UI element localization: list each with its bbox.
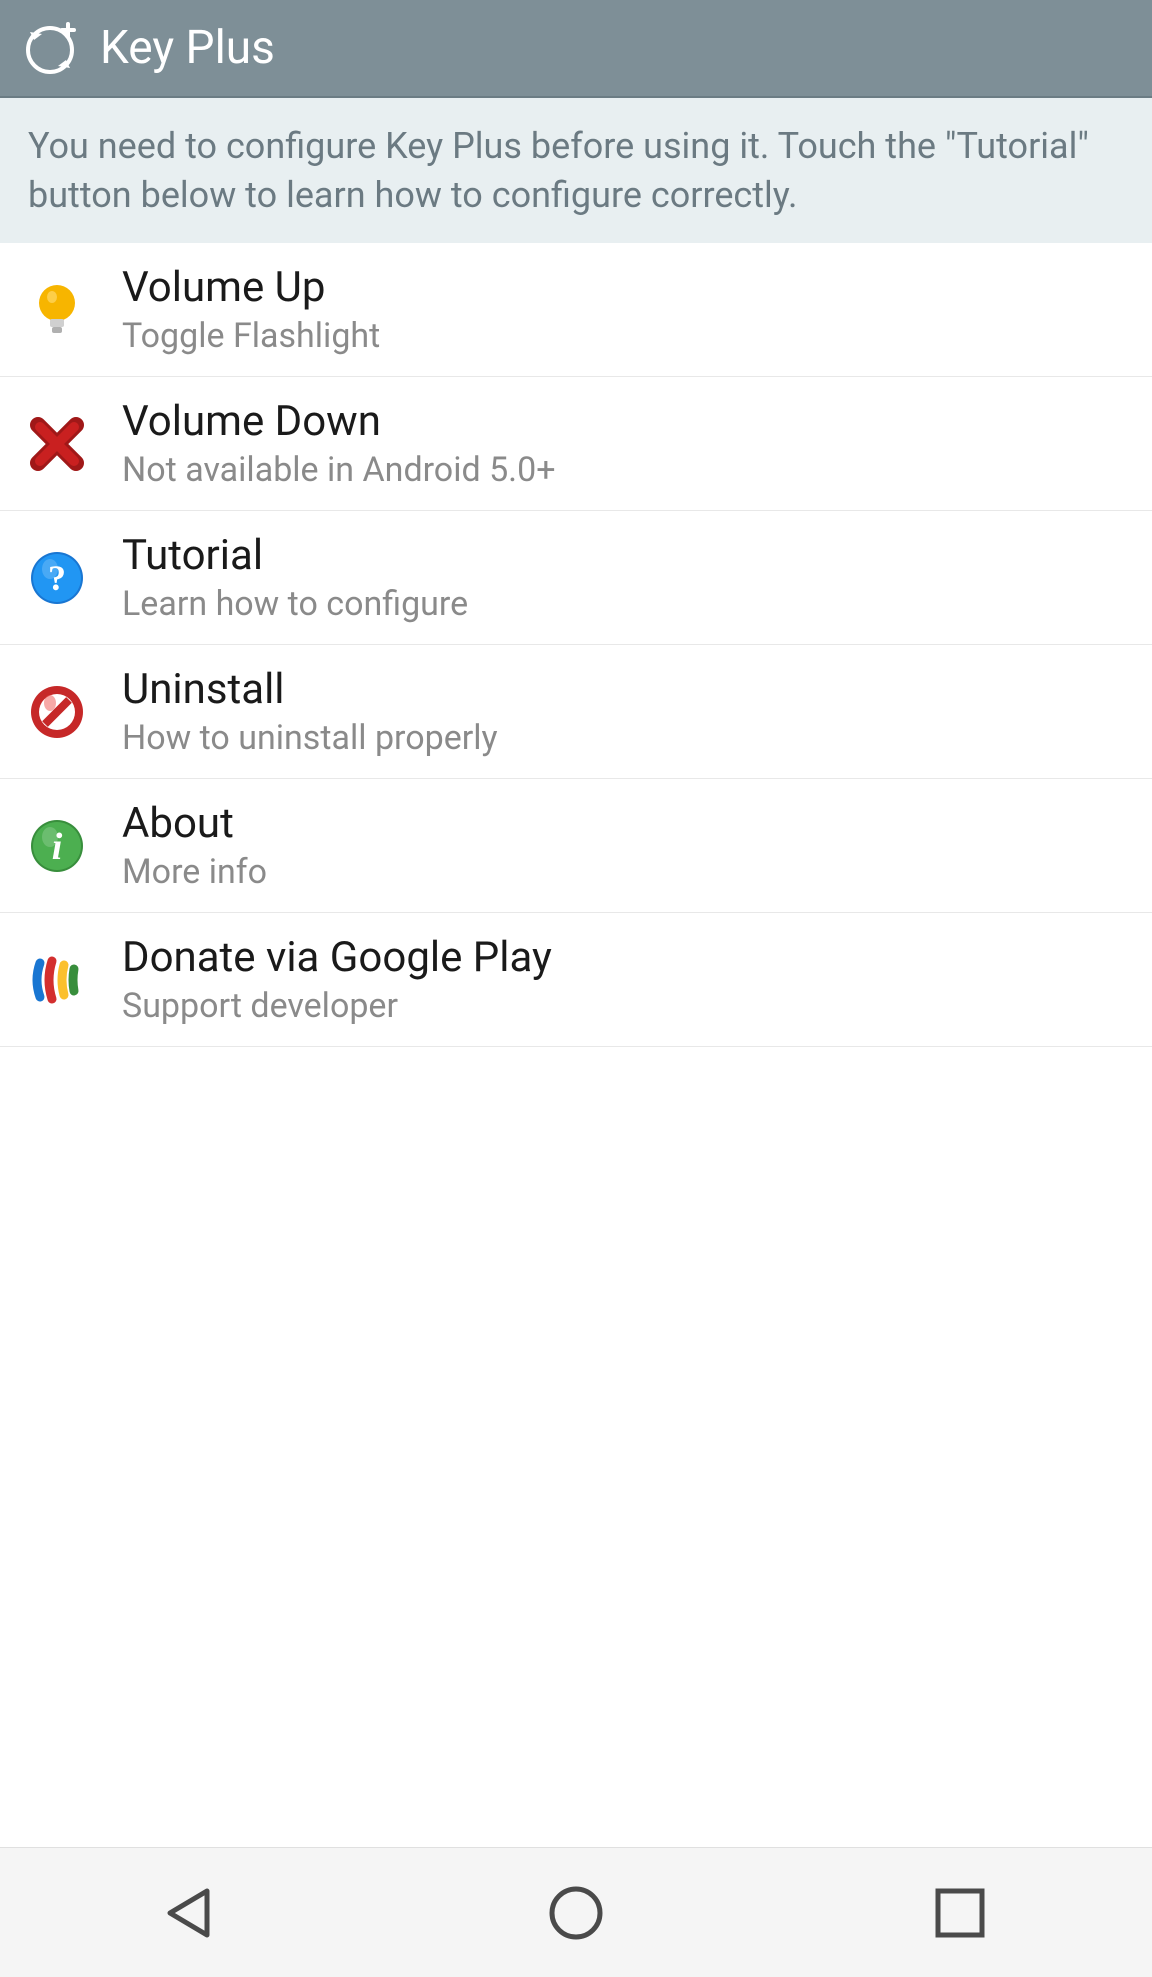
- home-button[interactable]: [536, 1873, 616, 1953]
- list-item-title: Donate via Google Play: [122, 933, 552, 982]
- svg-text:i: i: [52, 826, 63, 868]
- prohibit-red-icon: [28, 683, 86, 741]
- list-item-volume-down[interactable]: Volume Down Not available in Android 5.0…: [0, 377, 1152, 511]
- app-title: Key Plus: [100, 21, 275, 75]
- info-banner: You need to configure Key Plus before us…: [0, 98, 1152, 243]
- list-item-title: Tutorial: [122, 531, 468, 580]
- list-content: Donate via Google Play Support developer: [122, 933, 552, 1026]
- navigation-bar: [0, 1847, 1152, 1977]
- x-red-icon: [28, 415, 86, 473]
- wallet-icon: [28, 951, 86, 1009]
- list-item-subtitle: Not available in Android 5.0+: [122, 450, 556, 490]
- list-item-uninstall[interactable]: Uninstall How to uninstall properly: [0, 645, 1152, 779]
- lightbulb-icon: [28, 281, 86, 339]
- list-content: Tutorial Learn how to configure: [122, 531, 468, 624]
- circle-home-icon: [536, 1873, 616, 1953]
- list-item-volume-up[interactable]: Volume Up Toggle Flashlight: [0, 243, 1152, 377]
- list-item-about[interactable]: i About More info: [0, 779, 1152, 913]
- list-item-subtitle: Learn how to configure: [122, 584, 468, 624]
- svg-text:?: ?: [48, 558, 66, 598]
- list-item-subtitle: Toggle Flashlight: [122, 316, 380, 356]
- list-item-subtitle: Support developer: [122, 986, 552, 1026]
- list-item-subtitle: How to uninstall properly: [122, 718, 498, 758]
- sync-plus-icon: [24, 20, 80, 76]
- app-header: Key Plus: [0, 0, 1152, 98]
- list-item-subtitle: More info: [122, 852, 267, 892]
- back-button[interactable]: [152, 1873, 232, 1953]
- list-item-donate[interactable]: Donate via Google Play Support developer: [0, 913, 1152, 1047]
- list-content: About More info: [122, 799, 267, 892]
- list-item-title: About: [122, 799, 267, 848]
- triangle-back-icon: [152, 1873, 232, 1953]
- list-content: Volume Down Not available in Android 5.0…: [122, 397, 556, 490]
- settings-list: Volume Up Toggle Flashlight Volume Down …: [0, 243, 1152, 1847]
- list-item-title: Uninstall: [122, 665, 498, 714]
- list-content: Uninstall How to uninstall properly: [122, 665, 498, 758]
- list-item-title: Volume Up: [122, 263, 380, 312]
- info-green-icon: i: [28, 817, 86, 875]
- list-content: Volume Up Toggle Flashlight: [122, 263, 380, 356]
- help-blue-icon: ?: [28, 549, 86, 607]
- square-recents-icon: [920, 1873, 1000, 1953]
- recent-apps-button[interactable]: [920, 1873, 1000, 1953]
- list-item-tutorial[interactable]: ? Tutorial Learn how to configure: [0, 511, 1152, 645]
- list-item-title: Volume Down: [122, 397, 556, 446]
